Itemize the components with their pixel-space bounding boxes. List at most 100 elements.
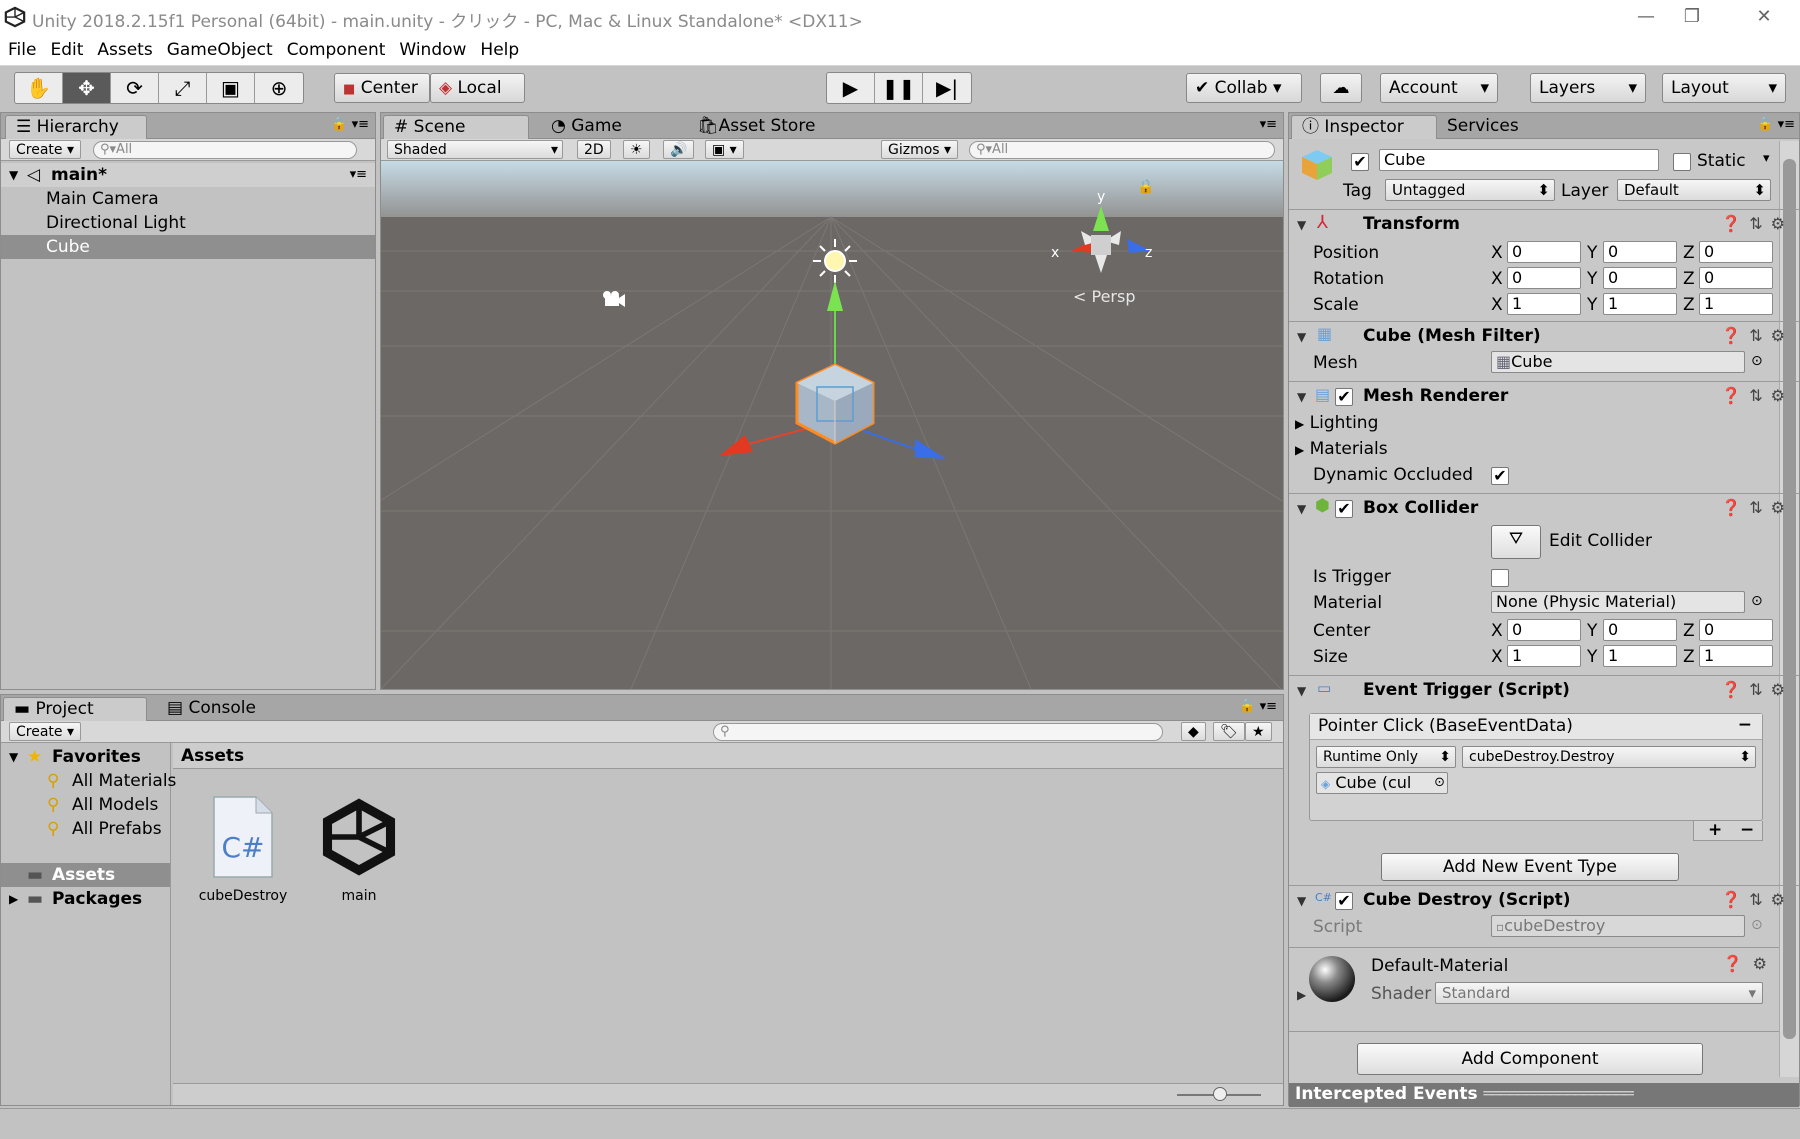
component-settings-icons[interactable]: ❓⇅⚙ (1721, 890, 1793, 909)
scene-audio-icon[interactable]: 🔊 (663, 140, 695, 159)
edit-collider-button[interactable]: ⛛ (1491, 525, 1541, 559)
target-object-field[interactable]: ◈ Cube (cul ⊙ (1316, 772, 1448, 794)
hierarchy-search-input[interactable]: ⚲▾All (93, 141, 357, 159)
cube-destroy-enabled-checkbox[interactable]: ✔ (1335, 892, 1353, 910)
tab-project[interactable]: ▬ Project (3, 697, 147, 721)
account-button[interactable]: Account ▾ (1380, 73, 1498, 103)
favorite-all-models[interactable]: ⚲ All Models (1, 793, 170, 817)
pivot-center-button[interactable]: ■ Center (334, 73, 430, 103)
cube-destroy-header[interactable]: ▼ C# ✔ Cube Destroy (Script) ❓⇅⚙ (1289, 885, 1799, 915)
rect-tool-icon[interactable]: ▣ (207, 73, 255, 103)
runtime-dropdown[interactable]: Runtime Only ⬍ (1316, 746, 1456, 768)
box-collider-enabled-checkbox[interactable]: ✔ (1335, 500, 1353, 518)
collab-button[interactable]: ✔ Collab ▾ (1186, 73, 1302, 103)
expand-triangle-icon[interactable]: ▼ (1297, 684, 1306, 698)
rotate-tool-icon[interactable]: ⟳ (111, 73, 159, 103)
component-settings-icons[interactable]: ❓⇅⚙ (1721, 498, 1793, 517)
transform-rotation-z-input[interactable]: 0 (1699, 267, 1773, 289)
collider-size-x-input[interactable]: 1 (1507, 645, 1581, 667)
add-new-event-type-button[interactable]: Add New Event Type (1381, 853, 1679, 881)
expand-triangle-icon[interactable]: ▼ (1297, 390, 1306, 404)
toggle-2d-button[interactable]: 2D (577, 140, 611, 159)
panel-menu-icon[interactable]: 🔒 ▾≡ (331, 117, 369, 132)
expand-triangle-icon[interactable]: ▼ (9, 163, 18, 187)
menu-help[interactable]: Help (472, 36, 519, 60)
add-component-button[interactable]: Add Component (1357, 1043, 1703, 1075)
panel-menu-icon[interactable]: 🔒 ▾≡ (1757, 117, 1795, 132)
expand-triangle-icon[interactable]: ▶ (1295, 417, 1304, 431)
box-collider-header[interactable]: ▼ ⬢ ✔ Box Collider ❓⇅⚙ (1289, 493, 1799, 523)
layers-dropdown[interactable]: Layers ▾ (1530, 73, 1646, 103)
shading-dropdown[interactable]: Shaded ▾ (387, 140, 563, 159)
pause-button[interactable]: ❚❚ (875, 73, 923, 103)
scene-search-input[interactable]: ⚲▾All (969, 141, 1275, 159)
panel-menu-icon[interactable]: ▾≡ (1260, 117, 1277, 132)
intercepted-events-bar[interactable]: Intercepted Events ══════════════════ (1289, 1083, 1799, 1107)
collider-size-z-input[interactable]: 1 (1699, 645, 1773, 667)
collider-center-y-input[interactable]: 0 (1603, 619, 1677, 641)
hierarchy-item-cube[interactable]: Cube (1, 235, 375, 259)
favorite-star-icon[interactable]: ★ (1245, 722, 1272, 741)
component-settings-icons[interactable]: ❓⇅⚙ (1721, 680, 1793, 699)
tab-asset-store[interactable]: 🛍Asset Store (687, 115, 829, 139)
persp-label[interactable]: < Persp (1073, 287, 1135, 306)
tab-game[interactable]: ◔ Game (541, 115, 636, 139)
component-settings-icons[interactable]: ❓⇅⚙ (1721, 386, 1793, 405)
physic-material-field[interactable]: None (Physic Material) (1491, 591, 1745, 613)
scene-lighting-icon[interactable]: ☀ (623, 140, 650, 159)
menu-assets[interactable]: Assets (89, 36, 152, 60)
scene-viewport[interactable]: y x z 🔒 < Persp (381, 161, 1283, 689)
object-picker-icon[interactable]: ⊙ (1751, 593, 1763, 609)
tag-dropdown[interactable]: Untagged ⬍ (1385, 179, 1555, 201)
layout-dropdown[interactable]: Layout ▾ (1662, 73, 1786, 103)
collider-center-x-input[interactable]: 0 (1507, 619, 1581, 641)
panel-menu-icon[interactable]: 🔒 ▾≡ (1239, 699, 1277, 714)
expand-triangle-icon[interactable]: ▶ (1295, 443, 1304, 457)
remove-event-button[interactable]: − (1738, 715, 1752, 735)
close-button[interactable]: ✕ (1734, 0, 1794, 36)
collider-center-z-input[interactable]: 0 (1699, 619, 1773, 641)
transform-position-x-input[interactable]: 0 (1507, 241, 1581, 263)
add-listener-button[interactable]: + (1708, 821, 1722, 839)
expand-triangle-icon[interactable]: ▼ (9, 745, 18, 769)
favorite-all-materials[interactable]: ⚲ All Materials (1, 769, 176, 793)
is-trigger-checkbox[interactable] (1491, 569, 1509, 587)
gizmos-dropdown[interactable]: Gizmos ▾ (881, 140, 959, 159)
tab-hierarchy[interactable]: ☰ Hierarchy (5, 115, 147, 139)
transform-header[interactable]: ▼ ⅄ Transform ❓⇅⚙ (1289, 209, 1799, 239)
move-tool-icon[interactable]: ✥ (63, 73, 111, 103)
asset-main[interactable]: main (307, 795, 411, 915)
menu-edit[interactable]: Edit (42, 36, 83, 60)
component-settings-icons[interactable]: ❓⇅⚙ (1721, 214, 1793, 233)
scene-menu-icon[interactable]: ▾≡ (350, 163, 367, 187)
lighting-foldout[interactable]: ▶ Lighting (1295, 413, 1378, 433)
project-breadcrumb[interactable]: Assets (173, 743, 1283, 769)
maximize-button[interactable]: ❐ (1662, 0, 1722, 36)
expand-triangle-icon[interactable]: ▼ (1297, 894, 1306, 908)
function-dropdown[interactable]: cubeDestroy.Destroy ⬍ (1462, 746, 1756, 768)
menu-window[interactable]: Window (391, 36, 466, 60)
transform-position-z-input[interactable]: 0 (1699, 241, 1773, 263)
mesh-renderer-header[interactable]: ▼ ▤ ✔ Mesh Renderer ❓⇅⚙ (1289, 381, 1799, 411)
menu-file[interactable]: File (0, 36, 36, 60)
object-picker-icon[interactable]: ⊙ (1751, 353, 1763, 369)
hierarchy-item-main-camera[interactable]: Main Camera (1, 187, 375, 211)
project-create-button[interactable]: Create ▾ (9, 722, 82, 741)
zoom-slider-handle[interactable] (1213, 1087, 1227, 1101)
hand-tool-icon[interactable]: ✋ (15, 73, 63, 103)
transform-scale-z-input[interactable]: 1 (1699, 293, 1773, 315)
hierarchy-item-directional-light[interactable]: Directional Light (1, 211, 375, 235)
tab-inspector[interactable]: ⓘ Inspector (1291, 115, 1437, 139)
cloud-button[interactable]: ☁ (1320, 73, 1362, 103)
tab-console[interactable]: ▤ Console (157, 697, 270, 721)
component-settings-icons[interactable]: ❓⇅⚙ (1721, 326, 1793, 345)
static-checkbox[interactable] (1673, 153, 1691, 171)
expand-triangle-icon[interactable]: ▶ (1297, 988, 1306, 1002)
transform-position-y-input[interactable]: 0 (1603, 241, 1677, 263)
step-button[interactable]: ▶| (923, 73, 971, 103)
transform-scale-y-input[interactable]: 1 (1603, 293, 1677, 315)
favorites-row[interactable]: ▼ ★ Favorites (1, 745, 170, 769)
expand-triangle-icon[interactable]: ▼ (1297, 330, 1306, 344)
mesh-renderer-enabled-checkbox[interactable]: ✔ (1335, 388, 1353, 406)
mesh-filter-header[interactable]: ▼ ▦ Cube (Mesh Filter) ❓⇅⚙ (1289, 321, 1799, 351)
